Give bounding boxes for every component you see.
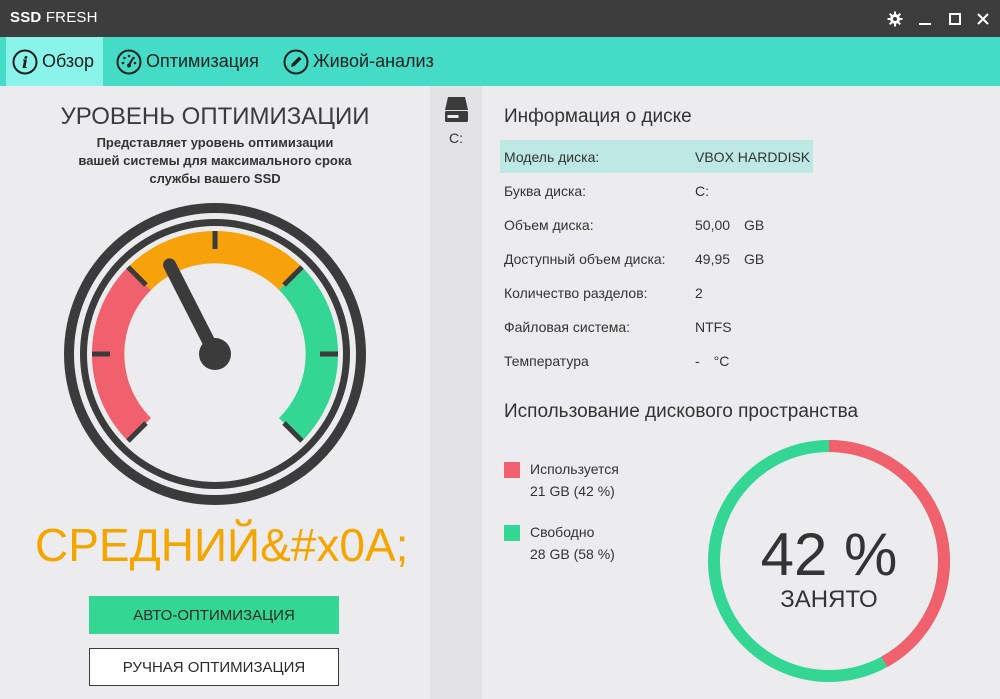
usage-percent: 42 %: [760, 521, 898, 588]
optimization-panel: УРОВЕНЬ ОПТИМИЗАЦИИ Представляет уровень…: [0, 86, 430, 699]
disk-info-row: Файловая система: NTFS: [504, 319, 732, 335]
app-title: SSD FRESH: [10, 9, 98, 26]
legend-used: Используется 21 GB (42 %): [504, 458, 619, 502]
manual-optimization-button[interactable]: РУЧНАЯ ОПТИМИЗАЦИЯ: [89, 648, 339, 686]
optimization-level: СРЕДНИЙ&#x0A;: [35, 519, 409, 571]
disk-info-row: Температура - °C: [504, 353, 730, 369]
minimize-icon: [919, 22, 931, 25]
disk-usage-title: Использование дискового пространства: [504, 401, 859, 422]
gear-icon: [887, 11, 903, 26]
disk-info-row: Объем диска: 50,00 GB: [504, 217, 765, 233]
tab-optimization-label: Оптимизация: [146, 51, 259, 71]
disk-usage-panel: Использование дискового пространства Исп…: [486, 386, 1000, 699]
disk-info-row: Буква диска: C:: [504, 183, 709, 199]
tab-live-analysis-label: Живой-анализ: [313, 51, 434, 71]
disk-info-row: Модель диска: VBOX HARDDISK: [500, 140, 813, 173]
optimization-description: Представляет уровень оптимизации вашей с…: [78, 135, 352, 186]
drive-selector-c[interactable]: C:: [430, 86, 482, 152]
side-panel-box: [918, 366, 1000, 382]
drive-column: [430, 86, 482, 699]
tab-bar: i Обзор Оптимизация Живой-анализ: [0, 37, 1000, 86]
disk-info-panel: Информация о диске Модель диска: VBOX HA…: [486, 86, 914, 382]
side-panel-box: [918, 86, 1000, 172]
optimization-gauge: [64, 203, 366, 505]
svg-text:i: i: [22, 53, 28, 72]
legend-used-swatch: [504, 462, 520, 478]
disk-info-title: Информация о диске: [504, 106, 692, 127]
disk-info-row: Количество разделов: 2: [504, 285, 703, 301]
maximize-button[interactable]: [940, 0, 970, 37]
close-icon: [977, 12, 989, 25]
pencil-icon: [283, 49, 309, 74]
side-panel-box: [918, 176, 1000, 362]
legend-free-swatch: [504, 525, 520, 541]
info-icon: i: [12, 49, 38, 74]
title-bar: SSD FRESH: [0, 0, 1000, 37]
settings-gear-button[interactable]: [880, 0, 910, 37]
hard-drive-icon: [445, 97, 468, 122]
optimization-title: УРОВЕНЬ ОПТИМИЗАЦИИ: [60, 103, 370, 130]
tab-overview[interactable]: i Обзор: [6, 37, 103, 86]
close-button[interactable]: [968, 0, 998, 37]
drive-letter: C:: [449, 130, 463, 146]
auto-optimization-button[interactable]: АВТО-ОПТИМИЗАЦИЯ: [89, 596, 339, 634]
legend-free: Свободно 28 GB (58 %): [504, 521, 615, 565]
tab-live-analysis[interactable]: Живой-анализ: [283, 37, 434, 86]
maximize-icon: [949, 12, 961, 25]
tab-optimization[interactable]: Оптимизация: [116, 37, 259, 86]
usage-percent-label: ЗАНЯТО: [780, 586, 878, 613]
gauge-needle-hub: [199, 338, 231, 370]
minimize-button[interactable]: [910, 0, 940, 37]
disk-info-row: Доступный объем диска: 49,95 GB: [504, 251, 765, 267]
speedometer-icon: [116, 49, 142, 74]
tab-overview-label: Обзор: [42, 51, 94, 71]
